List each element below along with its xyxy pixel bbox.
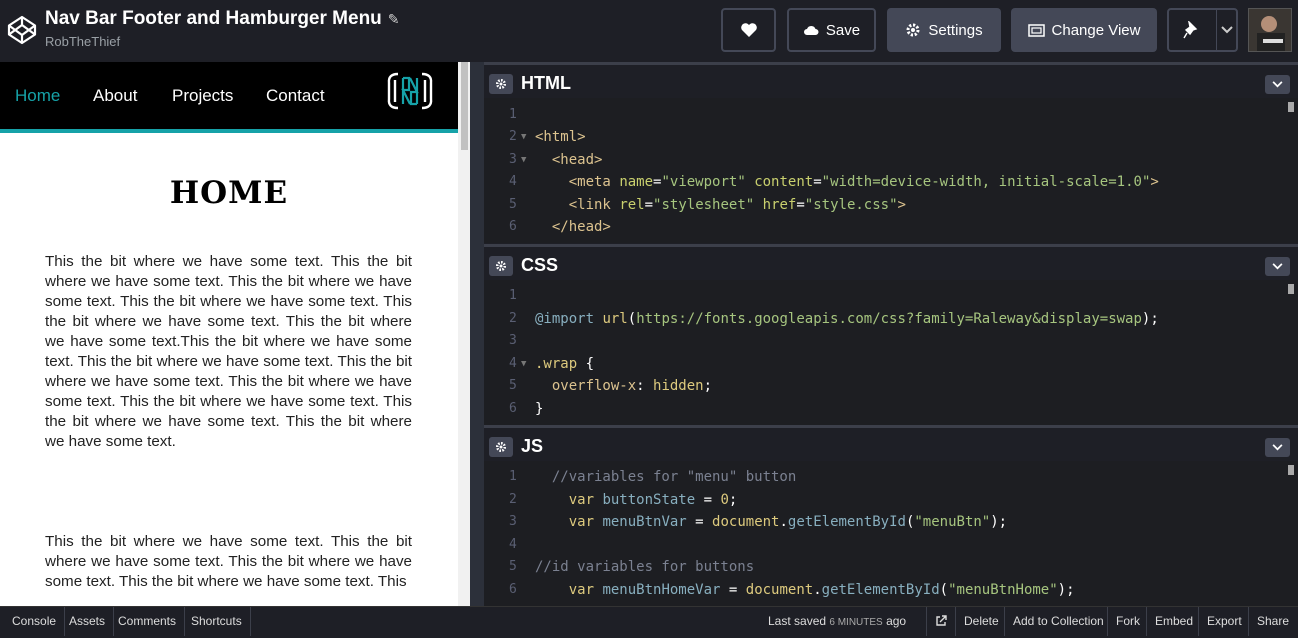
- love-button[interactable]: [721, 8, 776, 52]
- delete-button[interactable]: Delete: [955, 607, 1007, 636]
- gear-icon: [495, 441, 507, 453]
- nav-about-link[interactable]: About: [93, 86, 137, 106]
- heart-icon: [740, 23, 757, 37]
- editor-settings-button[interactable]: [489, 74, 513, 94]
- external-link-icon: [936, 615, 947, 626]
- nav-home-link[interactable]: Home: [15, 86, 60, 106]
- chevron-down-icon: [1272, 444, 1283, 451]
- assets-button[interactable]: Assets: [61, 607, 115, 636]
- css-editor[interactable]: CSS 1 2 @import url(https://fonts.googlea…: [484, 244, 1298, 425]
- author-name[interactable]: RobTheThief: [45, 34, 120, 49]
- top-bar: Nav Bar Footer and Hamburger Menu ✎ RobTh…: [0, 0, 1298, 62]
- editor-label: JS: [521, 436, 544, 456]
- settings-button[interactable]: Settings: [887, 8, 1001, 52]
- editor-menu-button[interactable]: [1265, 257, 1290, 276]
- editor-settings-button[interactable]: [489, 256, 513, 276]
- add-to-collection-button[interactable]: Add to Collection: [1004, 607, 1112, 636]
- site-logo-icon[interactable]: [385, 70, 435, 112]
- html-editor[interactable]: HTML 1 2 ▼ <html> 3 ▼ <head> 4 <meta name="…: [484, 62, 1298, 243]
- export-button[interactable]: Export: [1198, 607, 1250, 636]
- resize-gutter[interactable]: [470, 62, 484, 606]
- gear-icon: [495, 260, 507, 272]
- share-button[interactable]: Share: [1248, 607, 1297, 636]
- chevron-down-icon[interactable]: [1221, 26, 1233, 34]
- settings-label: Settings: [928, 21, 983, 39]
- console-button[interactable]: Console: [4, 607, 66, 636]
- chevron-down-icon: [1272, 263, 1283, 270]
- pin-button[interactable]: [1167, 8, 1238, 52]
- site-nav: Home About Projects Contact: [0, 62, 458, 133]
- footer-bar: Console Assets Comments Shortcuts Last s…: [0, 606, 1298, 636]
- editor-label: CSS: [521, 255, 559, 275]
- nav-contact-link[interactable]: Contact: [266, 86, 325, 106]
- edit-pencil-icon[interactable]: ✎: [388, 11, 400, 27]
- body-paragraph: This the bit where we have some text. Th…: [45, 533, 412, 590]
- gear-icon: [906, 23, 920, 37]
- js-editor[interactable]: JS 1 //variables for "menu" button 2 var…: [484, 425, 1298, 606]
- save-label: Save: [825, 21, 861, 39]
- preview-scroll-thumb[interactable]: [461, 62, 468, 150]
- fork-button[interactable]: Fork: [1107, 607, 1148, 636]
- editor-scroll-thumb[interactable]: [1288, 284, 1294, 294]
- editor-header: JS: [484, 425, 1298, 461]
- open-external-button[interactable]: [926, 607, 954, 636]
- pen-title[interactable]: Nav Bar Footer and Hamburger Menu ✎: [45, 8, 400, 30]
- page-heading: HOME: [169, 175, 289, 211]
- result-preview[interactable]: Home About Projects Contact HOME This th…: [0, 62, 470, 606]
- avatar[interactable]: [1248, 8, 1292, 52]
- embed-button[interactable]: Embed: [1146, 607, 1201, 636]
- gear-icon: [495, 78, 507, 90]
- save-button[interactable]: Save: [787, 8, 876, 52]
- layout-icon: [1027, 23, 1045, 37]
- editor-label: HTML: [521, 73, 571, 93]
- pin-icon: [1183, 21, 1198, 39]
- editor-header: HTML: [484, 62, 1298, 98]
- editor-menu-button[interactable]: [1265, 438, 1290, 457]
- codepen-logo-icon[interactable]: [6, 14, 38, 46]
- body-paragraph: This the bit where we have some text. Th…: [45, 253, 412, 450]
- shortcuts-button[interactable]: Shortcuts: [183, 607, 251, 636]
- nav-projects-link[interactable]: Projects: [172, 86, 233, 106]
- editor-settings-button[interactable]: [489, 437, 513, 457]
- change-view-button[interactable]: Change View: [1011, 8, 1157, 52]
- editor-menu-button[interactable]: [1265, 75, 1290, 94]
- comments-button[interactable]: Comments: [110, 607, 186, 636]
- last-saved-status: Last saved 6 MINUTES ago: [768, 614, 907, 628]
- cloud-icon: [803, 25, 819, 35]
- chevron-down-icon: [1272, 81, 1283, 88]
- change-view-label: Change View: [1051, 21, 1141, 39]
- editor-scroll-thumb[interactable]: [1288, 102, 1294, 112]
- editor-header: CSS: [484, 244, 1298, 280]
- editor-scroll-thumb[interactable]: [1288, 465, 1294, 475]
